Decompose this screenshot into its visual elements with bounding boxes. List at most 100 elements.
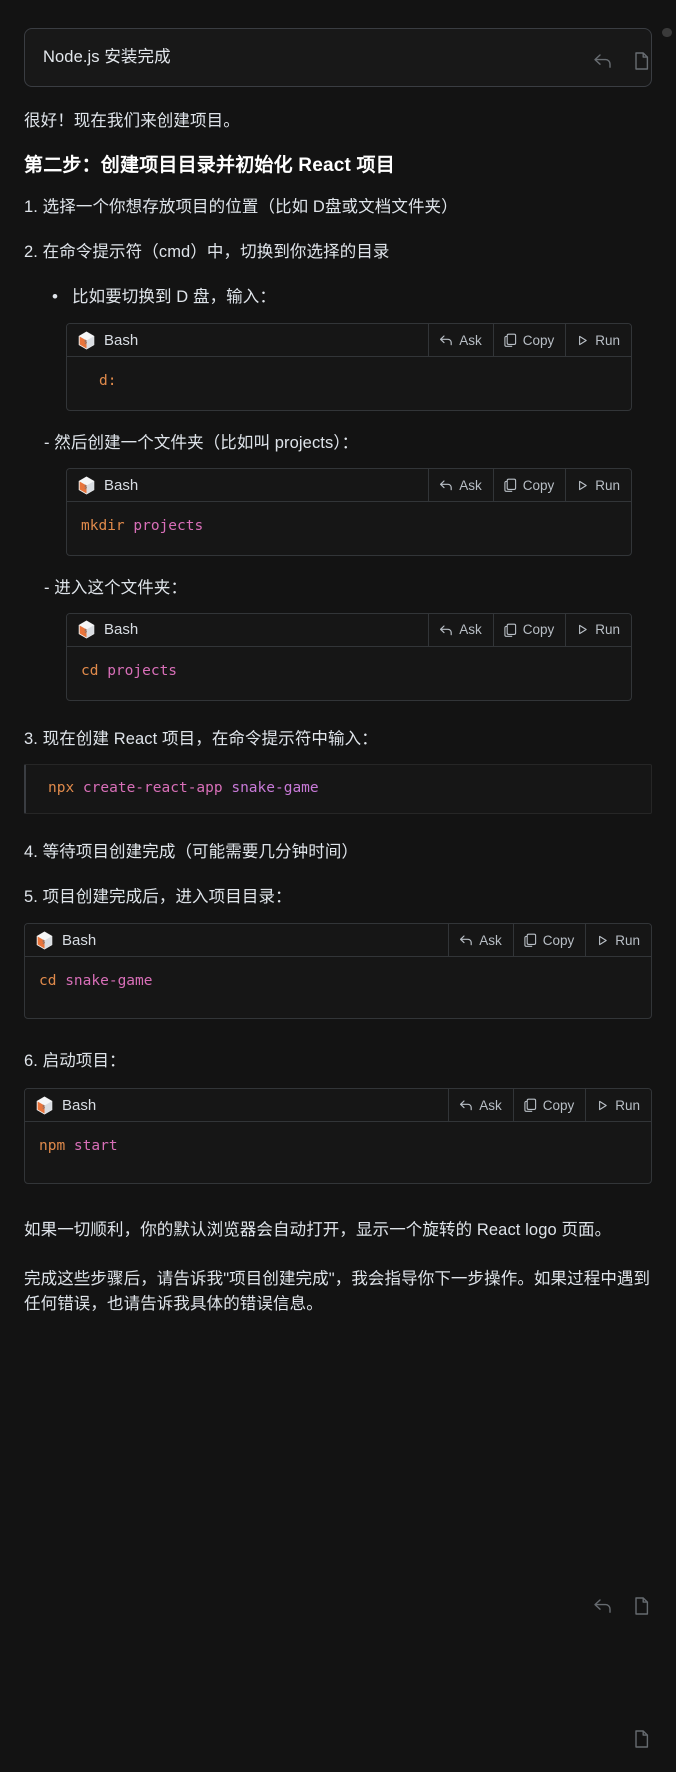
reply-button[interactable] [592, 50, 614, 72]
chat-page: Node.js 安装完成 很好！现在我们来创建项目。 第二步：创建项目目录并初始… [0, 28, 676, 1772]
svg-text:$: $ [84, 629, 87, 635]
scrollbar-thumb[interactable] [662, 28, 672, 37]
code-block-actions: Ask Copy Run [428, 324, 631, 357]
copy-message-button[interactable] [630, 1595, 652, 1617]
dash-item-2: - 进入这个文件夹： [44, 579, 188, 598]
run-button[interactable]: Run [585, 1089, 651, 1122]
dash-item-1: - 然后创建一个文件夹（比如叫 projects）： [44, 434, 359, 453]
copy-button[interactable]: Copy [492, 324, 566, 357]
run-button[interactable]: Run [565, 613, 631, 646]
reply-arrow-icon [440, 335, 453, 346]
code-language-label: $ Bash [67, 614, 428, 646]
copy-icon [524, 1098, 536, 1112]
ask-button-label: Ask [479, 932, 502, 948]
code-block-mkdir-projects: $ Bash Ask Copy Run mkdir projects [66, 468, 632, 557]
copy-icon [635, 1730, 649, 1748]
reply-arrow-icon [440, 625, 453, 635]
code-token: start [65, 1138, 118, 1155]
ordered-item-1: 1. 选择一个你想存放项目的位置（比如 D盘或文档文件夹） [24, 198, 458, 217]
ask-button-label: Ask [459, 477, 482, 493]
code-block-actions: Ask Copy Run [448, 1089, 651, 1122]
ordered-item-5: 5. 项目创建完成后，进入项目目录： [24, 887, 292, 906]
assistant-intro-text: 很好！现在我们来创建项目。 [24, 112, 240, 131]
ask-button-label: Ask [459, 332, 482, 348]
copy-icon [635, 52, 649, 70]
user-message-text: Node.js 安装完成 [43, 48, 171, 66]
code-content[interactable]: npm start [25, 1122, 651, 1183]
code-token: mkdir [81, 518, 125, 535]
code-language-label: $ Bash [67, 324, 428, 356]
copy-message-button[interactable] [630, 50, 652, 72]
step-heading: 第二步：创建项目目录并初始化 React 项目 [24, 155, 395, 177]
code-language-label: $ Bash [25, 1089, 448, 1121]
code-token: d: [99, 373, 117, 390]
run-button-label: Run [595, 332, 620, 348]
run-button[interactable]: Run [585, 924, 651, 957]
copy-button[interactable]: Copy [492, 469, 566, 502]
reply-arrow-icon [440, 480, 453, 491]
bash-hexagon-icon: $ [36, 1096, 53, 1115]
copy-button[interactable]: Copy [512, 924, 586, 957]
code-language-name: Bash [104, 331, 139, 349]
ask-button[interactable]: Ask [428, 324, 493, 357]
copy-button-label: Copy [522, 477, 555, 493]
svg-text:$: $ [84, 339, 87, 345]
copy-icon [504, 623, 516, 637]
copy-icon [635, 1597, 649, 1615]
bash-hexagon-icon: $ [78, 620, 95, 639]
code-content[interactable]: cd snake-game [25, 957, 651, 1018]
code-block-header: $ Bash Ask Copy Run [67, 324, 631, 358]
code-token: cd [81, 662, 99, 679]
message-actions-middle [592, 1595, 652, 1617]
code-language-name: Bash [62, 931, 97, 949]
ask-button[interactable]: Ask [428, 613, 493, 646]
copy-button[interactable]: Copy [492, 613, 566, 646]
code-token: snake-game [222, 779, 319, 796]
ask-button-label: Ask [459, 622, 482, 638]
copy-message-button[interactable] [630, 1728, 652, 1750]
copy-button[interactable]: Copy [512, 1089, 586, 1122]
run-button-label: Run [595, 477, 620, 493]
assistant-message: 很好！现在我们来创建项目。 第二步：创建项目目录并初始化 React 项目 1.… [0, 109, 676, 1382]
code-block-header: $ Bash Ask Copy Run [25, 924, 651, 958]
message-actions-bottom [630, 1728, 652, 1750]
bottom-spacer [24, 1322, 652, 1382]
ask-button[interactable]: Ask [448, 1089, 513, 1122]
code-language-label: $ Bash [67, 469, 428, 501]
run-button[interactable]: Run [565, 469, 631, 502]
assistant-outro-text-2: 完成这些步骤后，请告诉我"项目创建完成"，我会指导你下一步操作。如果过程中遇到任… [24, 1269, 651, 1313]
code-language-name: Bash [104, 476, 139, 494]
copy-button-label: Copy [542, 1097, 575, 1113]
ordered-item-4: 4. 等待项目创建完成（可能需要几分钟时间） [24, 842, 359, 861]
copy-icon [524, 934, 536, 948]
play-triangle-icon [579, 625, 587, 635]
code-block-header: $ Bash Ask Copy Run [25, 1089, 651, 1123]
code-content[interactable]: d: [67, 357, 631, 410]
code-token: snake-game [56, 973, 153, 990]
code-content[interactable]: cd projects [67, 647, 631, 700]
svg-text:$: $ [42, 939, 45, 945]
assistant-outro-text-1: 如果一切顺利，你的默认浏览器会自动打开，显示一个旋转的 React logo 页… [24, 1221, 612, 1240]
ask-button[interactable]: Ask [448, 924, 513, 957]
code-block-npm-start: $ Bash Ask Copy Run npm start [24, 1088, 652, 1185]
message-actions-top [592, 50, 652, 72]
reply-arrow-icon [460, 1100, 473, 1111]
ask-button-label: Ask [479, 1097, 502, 1113]
code-language-name: Bash [104, 621, 139, 639]
run-button-label: Run [595, 622, 620, 638]
reply-button[interactable] [592, 1595, 614, 1617]
code-content[interactable]: mkdir projects [67, 502, 631, 555]
code-block-npx-create-react-app[interactable]: npx create-react-app snake-game [24, 763, 652, 814]
run-button[interactable]: Run [565, 324, 631, 357]
bullet-item-1: 比如要切换到 D 盘，输入： [24, 284, 652, 310]
ask-button[interactable]: Ask [428, 469, 493, 502]
code-language-name: Bash [62, 1096, 97, 1114]
svg-text:$: $ [84, 484, 87, 490]
code-token: npx [48, 779, 75, 796]
play-triangle-icon [599, 935, 607, 946]
play-triangle-icon [599, 1100, 607, 1110]
copy-icon [504, 333, 516, 348]
run-button-label: Run [615, 1097, 640, 1113]
code-token: projects [98, 662, 178, 679]
code-token: npm [39, 1138, 66, 1155]
